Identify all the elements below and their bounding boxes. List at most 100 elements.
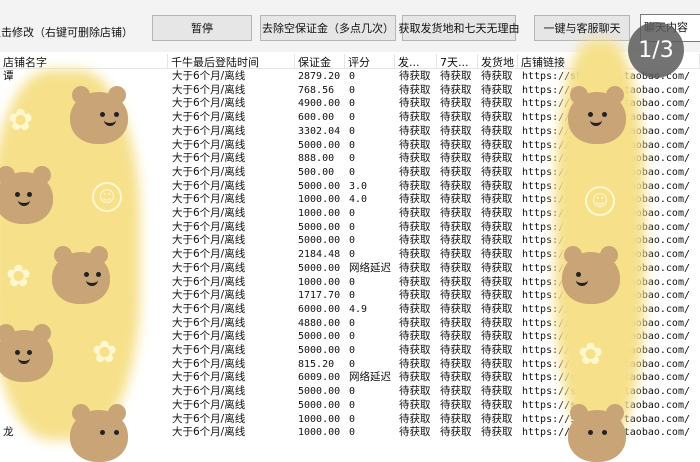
shop-link-prefix[interactable]: https://sh bbox=[522, 344, 582, 358]
table-row[interactable]: 大于6个月/离线 4880.00 0 待获取 待获取 待获取 https://sh 255.t… bbox=[0, 317, 700, 331]
shop-link-suffix[interactable]: 2378.taobao.com/ bbox=[594, 97, 690, 111]
shop-link-suffix[interactable]: 942.taobao.com/ bbox=[600, 180, 690, 194]
shop-link-prefix[interactable]: https://sh bbox=[522, 413, 582, 427]
shop-link-prefix[interactable]: https://sho bbox=[522, 139, 588, 153]
shop-link-prefix[interactable]: https://sh bbox=[522, 248, 582, 262]
shop-link-suffix[interactable]: 59.taobao.com/ bbox=[606, 289, 690, 303]
table-row[interactable]: d 大于6个月/离线 5000.00 网络延迟 待获取 待获取 待获取 https://962… bbox=[0, 262, 700, 276]
shop-link-prefix[interactable]: https://sho bbox=[522, 180, 588, 194]
shop-link-suffix[interactable]: 644.taobao.com/ bbox=[600, 234, 690, 248]
shop-link-suffix[interactable]: 255.taobao.com/ bbox=[600, 317, 690, 331]
shop-link-suffix[interactable]: 94.taobao.com/ bbox=[606, 84, 690, 98]
shop-link-suffix[interactable]: 286.taobao.com/ bbox=[600, 276, 690, 290]
shop-link-suffix[interactable]: 996.taobao.com/ bbox=[600, 385, 690, 399]
table-row[interactable]: 大于6个月/离线 888.00 0 待获取 待获取 待获取 https://sho 45310… bbox=[0, 152, 700, 166]
shop-link-prefix[interactable]: https://sho bbox=[522, 193, 588, 207]
shop-link-suffix[interactable]: 565.taobao.com/ bbox=[600, 426, 690, 440]
table-row[interactable]: 大于6个月/离线 1000.00 0 待获取 待获取 待获取 https://286.tao… bbox=[0, 276, 700, 290]
ship-cell: 待获取 bbox=[399, 234, 431, 247]
shop-link-suffix[interactable]: 991.taobao.com/ bbox=[600, 344, 690, 358]
shop-link-prefix[interactable]: https:// bbox=[522, 276, 570, 290]
table-row[interactable]: 大于6个月/离线 5000.00 3.0 待获取 待获取 待获取 https://sho 94… bbox=[0, 180, 700, 194]
table-row[interactable]: 杉大于6个月/离线 815.20 0 待获取 待获取 待获取 https://sh 483.t… bbox=[0, 358, 700, 372]
shop-link-suffix[interactable]: 962.taobao.com/ bbox=[600, 262, 690, 276]
deposit-cell: 6000.00 bbox=[298, 303, 341, 315]
shop-link-suffix[interactable]: 526.taobao.com/ bbox=[600, 207, 690, 221]
shop-link-prefix[interactable]: https://sh bbox=[522, 234, 582, 248]
table-row[interactable]: 家的后花园 大于6个月/离线 5000.00 0 待获取 待获取 待获取 https://sh… bbox=[0, 234, 700, 248]
ship-cell: 待获取 bbox=[399, 398, 431, 411]
col-ship[interactable]: 发... bbox=[395, 54, 437, 69]
table-row[interactable]: 大于6个月/离线 1000.00 0 待获取 待获取 待获取 https://sh 193.t… bbox=[0, 413, 700, 427]
shop-link-prefix[interactable]: https://sho bbox=[522, 111, 588, 125]
col-score[interactable]: 评分 bbox=[345, 54, 395, 69]
shop-link-prefix[interactable]: https://sh bbox=[522, 426, 582, 440]
col-last-login[interactable]: 千牛最后登陆时间 bbox=[168, 54, 295, 69]
shop-link-prefix[interactable]: https://sh bbox=[522, 303, 582, 317]
table-row[interactable]: 大于6个月/离线 1000.00 0 待获取 待获取 待获取 https://sho 526.… bbox=[0, 207, 700, 221]
table-row[interactable]: 大于6个月/离线 768.56 0 待获取 待获取 待获取 https://sh 94.tao… bbox=[0, 84, 700, 98]
table-row[interactable]: 朴大于6个月/离线 5000.00 0 待获取 待获取 待获取 https://sh 541.… bbox=[0, 330, 700, 344]
table-row[interactable]: 大于6个月/离线 2184.48 0 待获取 待获取 待获取 https://sh 342.t… bbox=[0, 248, 700, 262]
shop-link-prefix[interactable]: https://sh bbox=[522, 70, 582, 84]
shop-link-prefix[interactable]: https://sh bbox=[522, 358, 582, 372]
shop-link-suffix[interactable]: 302.taobao.com/ bbox=[600, 125, 690, 139]
last-login-cell: 大于6个月/离线 bbox=[172, 289, 246, 302]
shop-link-suffix[interactable]: 080.taobao.com/ bbox=[600, 166, 690, 180]
pause-button[interactable]: 暂停 bbox=[152, 15, 252, 41]
shop-link-suffix[interactable]: 541.taobao.com/ bbox=[600, 330, 690, 344]
shop-link-prefix[interactable]: https://sho bbox=[522, 166, 588, 180]
table-row[interactable]: 大于6个月/离线 5000.00 0 待获取 待获取 待获取 https://sh 996.t… bbox=[0, 385, 700, 399]
deposit-cell: 5000.00 bbox=[298, 399, 341, 411]
table-row[interactable]: 大于6个月/离线 3302.04 0 待获取 待获取 待获取 https://sho 302.… bbox=[0, 125, 700, 139]
shop-link-suffix[interactable]: 193.taobao.com/ bbox=[600, 413, 690, 427]
shop-link-suffix[interactable]: 45310.taobao.com/ bbox=[588, 152, 690, 166]
table-row[interactable]: 大于6个月/离线 500.00 0 待获取 待获取 待获取 https://sho 080.t… bbox=[0, 166, 700, 180]
table-row[interactable]: 谭大于6个月/离线2879.200待获取待获取待获取https://sh0.ta… bbox=[0, 70, 700, 84]
table-row[interactable]: 嫁大于6个月/离线 5000.00 0 待获取 待获取 待获取 https://sh 991.… bbox=[0, 344, 700, 358]
shop-link-suffix[interactable]: 483.taobao.com/ bbox=[600, 358, 690, 372]
table-row[interactable]: 大于6个月/离线 600.00 0 待获取 待获取 待获取 https://sho 4435.… bbox=[0, 111, 700, 125]
shop-link-prefix[interactable]: https://sho bbox=[522, 152, 588, 166]
shop-link-suffix[interactable]: 1399.taobao.com/ bbox=[594, 221, 690, 235]
table-row[interactable]: 一大于6个月/离线 6009.00 网络延迟 待获取 待获取 待获取 https://sh 3… bbox=[0, 371, 700, 385]
seven-days-cell: 待获取 bbox=[440, 275, 472, 288]
shop-link-prefix[interactable]: https://sho bbox=[522, 207, 588, 221]
shop-link-prefix[interactable]: https://sh bbox=[522, 330, 582, 344]
shop-link-prefix[interactable]: https://sh bbox=[522, 317, 582, 331]
shop-link-prefix[interactable]: https://sh bbox=[522, 289, 582, 303]
ship-cell: 待获取 bbox=[399, 179, 431, 192]
score-cell: 0 bbox=[349, 427, 356, 439]
shop-link-prefix[interactable]: https:// bbox=[522, 262, 570, 276]
shop-link-prefix[interactable]: https://s bbox=[522, 399, 576, 413]
table-row[interactable]: 龙大于6个月/离线 1000.00 0 待获取 待获取 待获取 https://sh 565.… bbox=[0, 426, 700, 440]
table-row[interactable]: 大于6个月/离线 5000.00 0 待获取 待获取 待获取 https://s 860.ta… bbox=[0, 399, 700, 413]
col-ship-from[interactable]: 发货地 bbox=[478, 54, 518, 69]
table-row[interactable]: 大于6个月/离线 6000.00 4.9 待获取 待获取 待获取 https://sh 102… bbox=[0, 303, 700, 317]
shop-link-suffix[interactable]: 860.taobao.com/ bbox=[600, 399, 690, 413]
shop-link-prefix[interactable]: https://sh bbox=[522, 84, 582, 98]
shop-link-suffix[interactable]: 305.taobao.com/ bbox=[600, 371, 690, 385]
shop-link-suffix[interactable]: 309.taobao.com/ bbox=[600, 193, 690, 207]
shop-link-suffix[interactable]: 102.taobao.com/ bbox=[600, 303, 690, 317]
shop-link-prefix[interactable]: https://sh bbox=[522, 221, 582, 235]
table-row[interactable]: 大于6个月/离线 1717.70 0 待获取 待获取 待获取 https://sh 59.ta… bbox=[0, 289, 700, 303]
shop-link-suffix[interactable]: 524.taobao.com/ bbox=[600, 139, 690, 153]
table-row[interactable]: 大于6个月/离线 4900.00 0 待获取 待获取 待获取 https://sho 2378… bbox=[0, 97, 700, 111]
shop-link-prefix[interactable]: https://sh bbox=[522, 371, 582, 385]
seven-days-cell: 待获取 bbox=[440, 152, 472, 165]
col-deposit[interactable]: 保证金 bbox=[295, 54, 345, 69]
table-row[interactable]: 大于6个月/离线 5000.00 0 待获取 待获取 待获取 https://sho 524.… bbox=[0, 139, 700, 153]
shop-link-suffix[interactable]: 342.taobao.com/ bbox=[600, 248, 690, 262]
shop-link-prefix[interactable]: https://sho bbox=[522, 125, 588, 139]
remove-empty-deposit-button[interactable]: 去除空保证金（多点几次） bbox=[260, 15, 396, 41]
fetch-shipping-button[interactable]: 获取发货地和七天无理由 bbox=[399, 15, 520, 41]
table-row[interactable]: 大于6个月/离线 5000.00 0 待获取 待获取 待获取 https://sh 1399.… bbox=[0, 221, 700, 235]
table-row[interactable]: 大于6个月/离线 1000.00 4.0 待获取 待获取 待获取 https://sho 30… bbox=[0, 193, 700, 207]
chat-all-button[interactable]: 一键与客服聊天 bbox=[534, 15, 630, 41]
col-seven-days[interactable]: 7天... bbox=[437, 54, 478, 69]
shop-link-prefix[interactable]: https://sh bbox=[522, 385, 582, 399]
shop-link-prefix[interactable]: https://sho bbox=[522, 97, 588, 111]
col-shop-name[interactable]: 店铺名字 bbox=[0, 54, 168, 69]
shop-link-suffix[interactable]: 4435.taobao.com/ bbox=[594, 111, 690, 125]
